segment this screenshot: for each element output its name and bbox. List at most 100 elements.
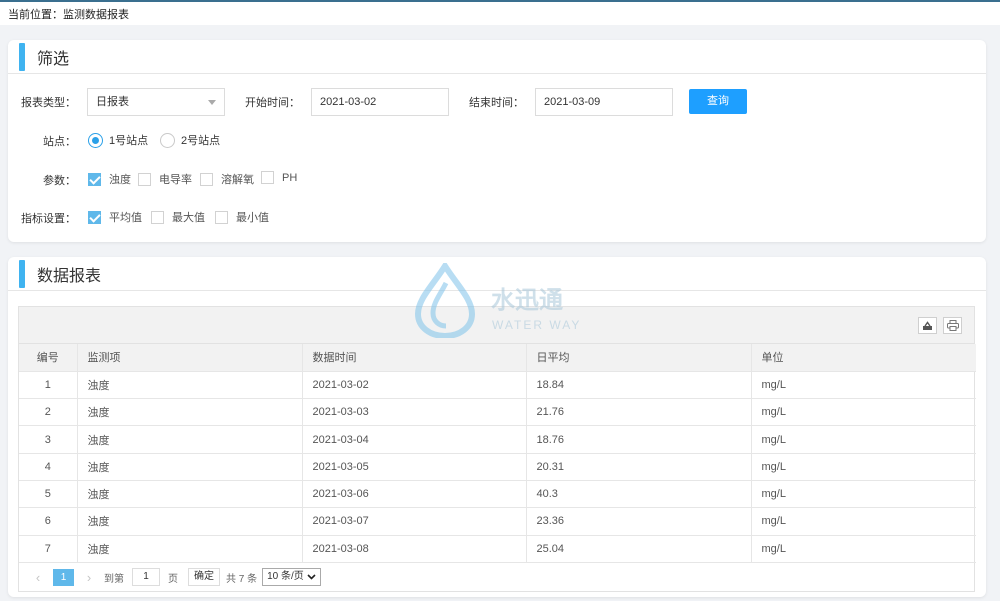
- per-page-select[interactable]: 10 条/页: [262, 568, 321, 586]
- indicator-checkbox-min[interactable]: 最小值: [215, 209, 269, 225]
- table-cell: 2021-03-02: [302, 371, 527, 400]
- table-cell: 浊度: [77, 425, 303, 454]
- end-time-label: 结束时间：: [469, 97, 524, 109]
- param-checkbox-conductivity[interactable]: 电导率: [138, 171, 192, 187]
- prev-page-button[interactable]: ‹: [29, 570, 47, 585]
- param-checkbox-oxygen[interactable]: 溶解氧: [200, 171, 254, 187]
- header-accent-bar: [19, 43, 25, 71]
- checkbox-unchecked-icon: [200, 172, 213, 186]
- export-button[interactable]: [918, 317, 937, 334]
- table-cell: 23.36: [526, 507, 752, 536]
- checkbox-unchecked-icon: [138, 172, 151, 186]
- watermark-sub: WATER WAY: [492, 318, 582, 332]
- table-cell: 2: [19, 398, 78, 427]
- column-header: 数据时间: [302, 344, 527, 372]
- checkbox-unchecked-icon: [215, 210, 228, 224]
- table-cell: 18.76: [526, 425, 752, 454]
- table-body: 1 浊度 2021-03-02 18.84 mg/L 2 浊度 2021-03-…: [19, 371, 976, 563]
- pagination: ‹ 1 › 到第 1 页 确定 共 7 条 10 条/页: [19, 563, 974, 591]
- table-cell: mg/L: [751, 425, 976, 454]
- param-checkbox-turbidity[interactable]: 浊度: [88, 171, 131, 187]
- table-cell: mg/L: [751, 507, 976, 536]
- station-radio-2[interactable]: 2号站点: [160, 132, 220, 148]
- table-cell: mg/L: [751, 453, 976, 481]
- export-icon: [923, 320, 932, 330]
- header-accent-bar: [19, 260, 25, 288]
- checkbox-checked-icon: [88, 210, 101, 224]
- checkbox-unchecked-icon: [151, 210, 164, 224]
- checkbox-unchecked-icon: [261, 171, 274, 184]
- table-cell: 18.84: [526, 371, 752, 400]
- table-cell: 浊度: [77, 507, 303, 536]
- column-header: 日平均: [526, 344, 752, 372]
- next-page-button[interactable]: ›: [80, 570, 98, 585]
- param-checkbox-ph[interactable]: PH: [261, 171, 297, 184]
- radio-unselected-icon: [160, 132, 175, 148]
- end-time-input[interactable]: 2021-03-09: [535, 88, 673, 116]
- column-header: 单位: [751, 344, 976, 372]
- per-page-value: 10 条/页: [267, 571, 304, 582]
- table-row[interactable]: 7 浊度 2021-03-08 25.04 mg/L: [19, 535, 976, 563]
- start-time-label: 开始时间：: [245, 97, 300, 109]
- table-header-row: 编号 监测项 数据时间 日平均 单位: [19, 344, 976, 372]
- filter-title: 筛选: [37, 50, 70, 68]
- total-count: 共 7 条: [226, 573, 258, 585]
- table-cell: 浊度: [77, 453, 303, 481]
- station-radio-1[interactable]: 1号站点: [88, 132, 148, 148]
- radio-selected-icon: [88, 132, 103, 148]
- watermark-logo: 水迅通 WATER WAY: [413, 260, 593, 340]
- station-radio-label: 2号站点: [181, 135, 221, 147]
- breadcrumb: 当前位置：监测数据报表: [0, 0, 1000, 25]
- page-unit-label: 页: [168, 573, 178, 585]
- report-table-container: 编号 监测项 数据时间 日平均 单位 1 浊度 2021-03-02 18.84…: [18, 306, 976, 592]
- page-number-current[interactable]: 1: [53, 568, 74, 586]
- table-cell: mg/L: [751, 535, 976, 563]
- checkbox-label: 电导率: [159, 174, 192, 186]
- goto-label: 到第: [104, 573, 124, 585]
- report-type-label: 报表类型：: [21, 97, 76, 109]
- watermark-name: 水迅通: [491, 287, 563, 314]
- table-cell: 20.31: [526, 453, 752, 481]
- table-cell: mg/L: [751, 480, 976, 509]
- table-cell: 21.76: [526, 398, 752, 427]
- table-cell: 2021-03-03: [302, 398, 527, 427]
- table-cell: 浊度: [77, 371, 303, 400]
- report-table: 编号 监测项 数据时间 日平均 单位 1 浊度 2021-03-02 18.84…: [19, 344, 976, 563]
- checkbox-label: 最小值: [236, 212, 269, 224]
- report-title: 数据报表: [37, 267, 102, 285]
- water-drop-icon: [414, 260, 476, 340]
- checkbox-label: 浊度: [109, 174, 131, 186]
- table-row[interactable]: 2 浊度 2021-03-03 21.76 mg/L: [19, 398, 976, 427]
- start-time-input[interactable]: 2021-03-02: [311, 88, 449, 116]
- table-row[interactable]: 4 浊度 2021-03-05 20.31 mg/L: [19, 453, 976, 481]
- filter-panel: 筛选 报表类型： 日报表 开始时间： 2021-03-02 结束时间： 2021…: [8, 40, 986, 242]
- table-cell: 4: [19, 453, 78, 481]
- column-header: 编号: [19, 344, 78, 372]
- column-header: 监测项: [77, 344, 303, 372]
- table-cell: 浊度: [77, 535, 303, 563]
- table-cell: 3: [19, 425, 78, 454]
- report-type-value: 日报表: [96, 96, 129, 108]
- table-cell: 浊度: [77, 480, 303, 509]
- param-label: 参数：: [43, 175, 76, 187]
- goto-page-input[interactable]: 1: [132, 568, 160, 586]
- table-cell: 25.04: [526, 535, 752, 563]
- checkbox-label: 溶解氧: [221, 174, 254, 186]
- checkbox-label: 最大值: [172, 212, 205, 224]
- indicator-label: 指标设置：: [21, 213, 76, 225]
- table-row[interactable]: 5 浊度 2021-03-06 40.3 mg/L: [19, 480, 976, 509]
- indicator-checkbox-avg[interactable]: 平均值: [88, 209, 142, 225]
- table-cell: 2021-03-06: [302, 480, 527, 509]
- report-type-select[interactable]: 日报表: [87, 88, 225, 116]
- table-cell: mg/L: [751, 371, 976, 400]
- table-row[interactable]: 3 浊度 2021-03-04 18.76 mg/L: [19, 425, 976, 454]
- table-cell: 2021-03-04: [302, 425, 527, 454]
- print-button[interactable]: [943, 317, 962, 334]
- table-row[interactable]: 6 浊度 2021-03-07 23.36 mg/L: [19, 507, 976, 536]
- indicator-checkbox-max[interactable]: 最大值: [151, 209, 205, 225]
- table-cell: 7: [19, 535, 78, 563]
- query-button[interactable]: 查询: [689, 89, 747, 114]
- station-label: 站点：: [43, 136, 76, 148]
- goto-confirm-button[interactable]: 确定: [188, 568, 220, 586]
- table-row[interactable]: 1 浊度 2021-03-02 18.84 mg/L: [19, 371, 976, 400]
